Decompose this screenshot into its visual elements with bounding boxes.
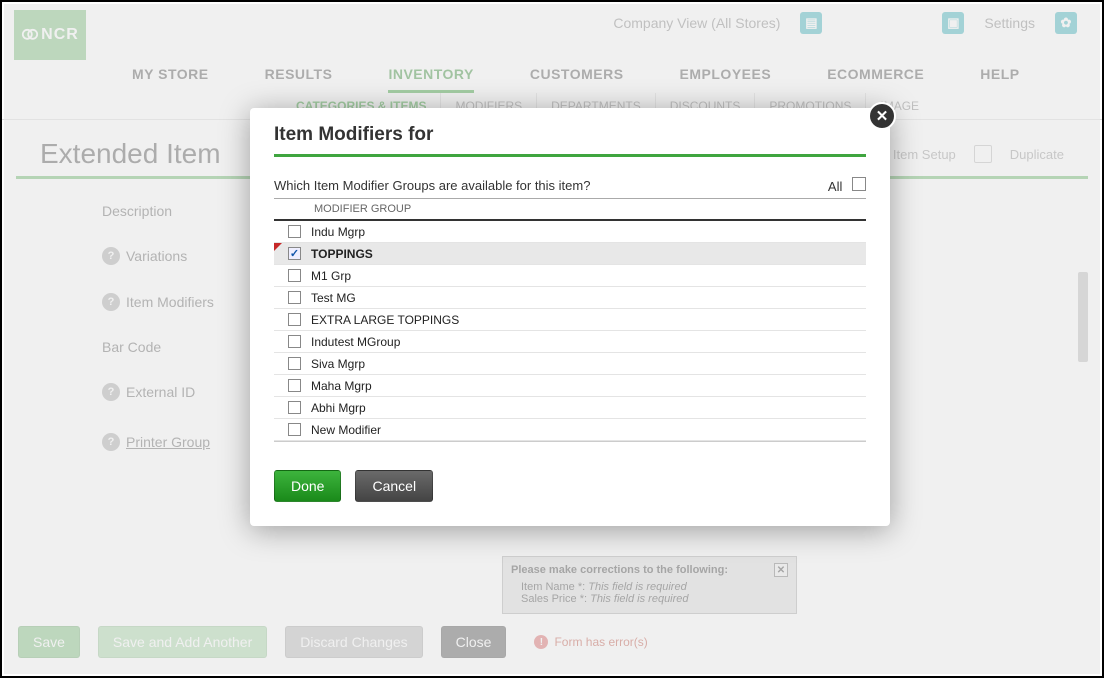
nav-help[interactable]: HELP: [980, 58, 1019, 93]
label-item-modifiers: Item Modifiers: [126, 294, 256, 310]
modifier-group-name: Abhi Mgrp: [311, 401, 366, 415]
help-icon[interactable]: ?: [102, 383, 120, 401]
modifier-group-checkbox[interactable]: [288, 247, 301, 260]
close-icon[interactable]: ✕: [774, 563, 788, 577]
item-modifiers-modal: ✕ Item Modifiers for Which Item Modifier…: [250, 108, 890, 526]
modifier-group-checkbox[interactable]: [288, 401, 301, 414]
modifier-group-row[interactable]: EXTRA LARGE TOPPINGS: [274, 309, 866, 331]
modifier-group-row[interactable]: M1 Grp: [274, 265, 866, 287]
label-variations: Variations: [126, 248, 256, 264]
label-printer-group[interactable]: Printer Group: [126, 434, 256, 450]
modifier-group-checkbox[interactable]: [288, 357, 301, 370]
cancel-button[interactable]: Cancel: [355, 470, 433, 502]
nav-inventory[interactable]: INVENTORY: [388, 58, 473, 93]
modifier-group-name: TOPPINGS: [311, 247, 373, 261]
modifier-group-row[interactable]: New Modifier: [274, 419, 866, 441]
modifier-group-name: Indu Mgrp: [311, 225, 365, 239]
save-button[interactable]: Save: [18, 626, 80, 658]
scrollbar[interactable]: [1076, 212, 1088, 576]
label-external-id: External ID: [126, 384, 256, 400]
modifier-group-checkbox[interactable]: [288, 313, 301, 326]
modal-title: Item Modifiers for: [274, 124, 866, 157]
scroll-thumb[interactable]: [1078, 272, 1088, 362]
modifier-group-row[interactable]: Indutest MGroup: [274, 331, 866, 353]
modifier-group-checkbox[interactable]: [288, 379, 301, 392]
modifier-group-checkbox[interactable]: [288, 225, 301, 238]
close-icon[interactable]: ✕: [868, 102, 896, 130]
logo-ring-icon: [21, 28, 39, 42]
modifier-group-name: M1 Grp: [311, 269, 351, 283]
done-button[interactable]: Done: [274, 470, 341, 502]
modifier-group-row[interactable]: TOPPINGS: [274, 243, 866, 265]
duplicate-link[interactable]: Duplicate: [1010, 147, 1064, 162]
corrections-panel: Please make corrections to the following…: [502, 556, 797, 614]
help-icon[interactable]: ?: [102, 247, 120, 265]
corrections-title: Please make corrections to the following…: [511, 564, 728, 576]
modifier-group-row[interactable]: Abhi Mgrp: [274, 397, 866, 419]
modifier-group-row[interactable]: Siva Mgrp: [274, 353, 866, 375]
modifier-group-checkbox[interactable]: [288, 269, 301, 282]
modifier-group-grid: Indu Mgrp TOPPINGS M1 Grp Test MG EXTRA LARG…: [274, 221, 866, 442]
all-label: All: [828, 179, 842, 194]
all-checkbox[interactable]: [852, 177, 866, 191]
modifier-group-checkbox[interactable]: [288, 335, 301, 348]
primary-nav: MY STORE RESULTS INVENTORY CUSTOMERS EMP…: [2, 58, 1102, 93]
modifier-group-name: New Modifier: [311, 423, 381, 437]
modifier-group-row[interactable]: Indu Mgrp: [274, 221, 866, 243]
modifier-group-name: Test MG: [311, 291, 356, 305]
form-error-banner: ! Form has error(s): [534, 635, 647, 649]
settings-link[interactable]: Settings: [984, 15, 1035, 31]
modifier-group-row[interactable]: Test MG: [274, 287, 866, 309]
close-button[interactable]: Close: [441, 626, 507, 658]
error-icon: !: [534, 635, 548, 649]
modifier-group-checkbox[interactable]: [288, 423, 301, 436]
user-icon[interactable]: ▣: [942, 12, 964, 34]
label-description: Description: [102, 203, 252, 219]
brand-logo: NCR: [14, 10, 86, 60]
nav-my-store[interactable]: MY STORE: [132, 58, 209, 93]
company-view-label[interactable]: Company View (All Stores): [613, 15, 780, 31]
modifier-group-name: Maha Mgrp: [311, 379, 372, 393]
grid-header: MODIFIER GROUP: [274, 198, 866, 221]
modifier-group-name: Indutest MGroup: [311, 335, 400, 349]
modifier-group-checkbox[interactable]: [288, 291, 301, 304]
modal-question: Which Item Modifier Groups are available…: [274, 178, 590, 193]
modifier-group-name: Siva Mgrp: [311, 357, 365, 371]
help-icon[interactable]: ?: [102, 293, 120, 311]
nav-customers[interactable]: CUSTOMERS: [530, 58, 624, 93]
nav-employees[interactable]: EMPLOYEES: [680, 58, 772, 93]
discard-changes-button[interactable]: Discard Changes: [285, 626, 422, 658]
modifier-group-row[interactable]: Maha Mgrp: [274, 375, 866, 397]
gear-icon[interactable]: ✿: [1055, 12, 1077, 34]
modifier-group-name: EXTRA LARGE TOPPINGS: [311, 313, 459, 327]
help-icon[interactable]: ?: [102, 433, 120, 451]
logo-text: NCR: [41, 26, 79, 44]
nav-ecommerce[interactable]: ECOMMERCE: [827, 58, 924, 93]
duplicate-icon: [974, 145, 992, 163]
store-icon[interactable]: ▤: [800, 12, 822, 34]
label-bar-code: Bar Code: [102, 339, 252, 355]
save-add-another-button[interactable]: Save and Add Another: [98, 626, 267, 658]
nav-results[interactable]: RESULTS: [265, 58, 333, 93]
